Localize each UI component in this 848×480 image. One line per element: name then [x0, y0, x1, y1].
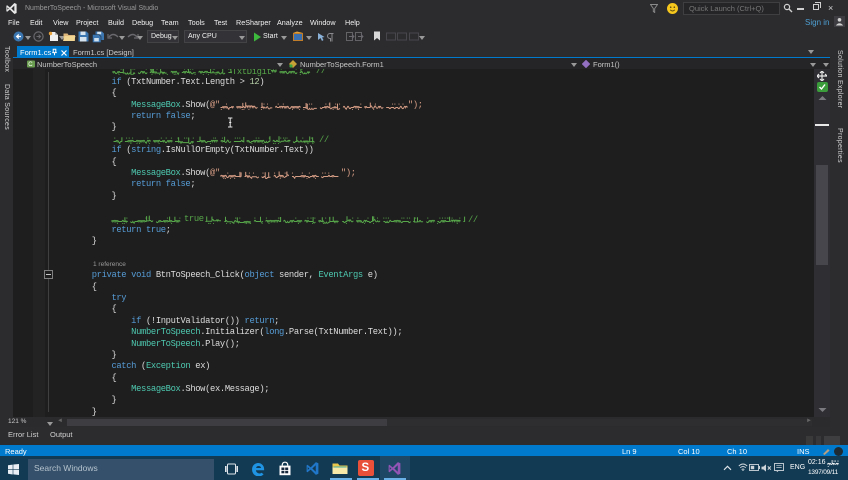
- svg-text:C: C: [28, 62, 33, 68]
